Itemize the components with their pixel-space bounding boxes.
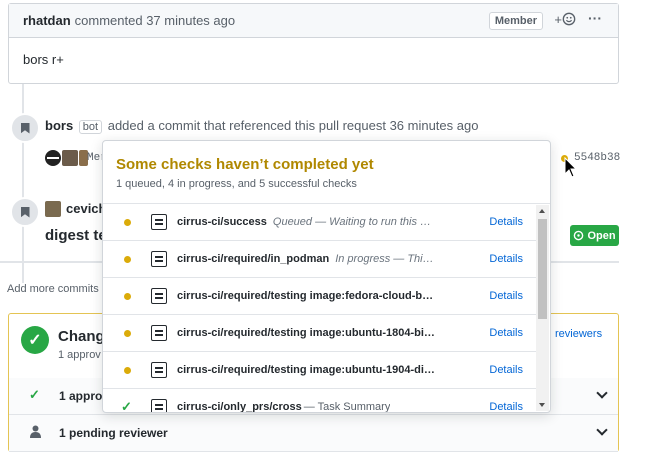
check-name-text: cirrus-ci/required/testing image:ubuntu-…	[177, 327, 435, 339]
check-row: cirrus-ci/required/in_podman In progress …	[103, 241, 537, 278]
comment-box: rhatdan commented 37 minutes ago Member …	[8, 3, 619, 84]
add-reaction-icon[interactable]: +	[554, 12, 576, 27]
open-status-label: Open	[587, 229, 616, 242]
check-icon: ✓	[29, 387, 40, 402]
scroll-thumb[interactable]	[538, 219, 547, 319]
details-link[interactable]: Details	[489, 253, 523, 265]
checks-summary: 1 queued, 4 in progress, and 5 successfu…	[116, 178, 357, 190]
person-icon	[30, 425, 41, 438]
cirrus-app-icon	[151, 251, 167, 267]
add-more-commits-text: Add more commits b	[7, 283, 108, 295]
bors-author[interactable]: bors	[45, 118, 73, 133]
check-name-text: cirrus-ci/only_prs/cross	[177, 401, 302, 413]
pending-dot-icon	[124, 218, 131, 226]
avatar[interactable]	[62, 149, 78, 166]
bot-label: bot	[78, 120, 103, 134]
check-row: cirrus-ci/success Queued — Waiting to run…	[103, 204, 537, 241]
comment-body: bors r+	[23, 52, 64, 67]
scroll-up-arrow[interactable]	[539, 209, 545, 213]
details-link[interactable]: Details	[489, 290, 523, 302]
checks-list: cirrus-ci/success Queued — Waiting to run…	[103, 204, 537, 413]
cirrus-app-icon	[151, 399, 167, 412]
check-name: cirrus-ci/required/in_podman In progress …	[177, 253, 434, 265]
pending-reviewer-row[interactable]: 1 pending reviewer	[9, 415, 618, 452]
pending-dot-icon	[124, 329, 131, 337]
chevron-down-icon[interactable]	[596, 424, 608, 436]
bors-event-time[interactable]: 36 minutes ago	[390, 118, 479, 133]
check-description: Queued — Waiting to run this …	[272, 216, 432, 228]
details-link[interactable]: Details	[489, 327, 523, 339]
bors-event-line: bors bot added a commit that referenced …	[45, 118, 479, 134]
cevich-author[interactable]: cevich	[66, 201, 106, 216]
digest-title[interactable]: digest te	[45, 227, 107, 244]
merge-subtitle: 1 approv	[58, 349, 101, 361]
pending-dot-icon	[124, 255, 131, 263]
timeline-line	[22, 83, 24, 261]
avatar[interactable]	[45, 149, 61, 166]
more-options-icon[interactable]: ···	[588, 10, 602, 26]
details-link[interactable]: Details	[489, 364, 523, 376]
pending-reviewer-label: 1 pending reviewer	[59, 426, 168, 440]
check-row: cirrus-ci/required/testing image:ubuntu-…	[103, 315, 537, 352]
commit-event-icon	[10, 113, 40, 143]
check-name-text: cirrus-ci/required/testing image:ubuntu-…	[177, 364, 435, 376]
commit-event-icon-2	[10, 197, 40, 227]
check-row: cirrus-ci/required/testing image:ubuntu-…	[103, 352, 537, 389]
open-status-icon	[574, 230, 584, 241]
approved-check-icon: ✓	[21, 326, 49, 354]
checks-scrollbar[interactable]	[536, 205, 549, 411]
checks-popover-header: Some checks haven’t completed yet 1 queu…	[103, 141, 550, 204]
details-link[interactable]: Details	[489, 216, 523, 228]
bors-event-text: added a commit that referenced this pull…	[107, 118, 386, 133]
check-name: cirrus-ci/required/testing image:ubuntu-…	[177, 364, 435, 376]
reviewers-link[interactable]: reviewers	[555, 328, 602, 340]
check-description: — Task Summary	[303, 401, 391, 413]
chevron-down-icon[interactable]	[596, 387, 608, 399]
comment-author[interactable]: rhatdan	[23, 13, 71, 28]
avatar[interactable]	[45, 201, 61, 217]
checks-title: Some checks haven’t completed yet	[116, 156, 374, 173]
cirrus-app-icon	[151, 325, 167, 341]
check-name-text: cirrus-ci/required/testing image:fedora-…	[177, 290, 434, 302]
comment-action: commented 37 minutes ago	[74, 13, 236, 28]
check-name: cirrus-ci/success Queued — Waiting to run…	[177, 216, 431, 228]
cirrus-app-icon	[151, 214, 167, 230]
check-row: cirrus-ci/required/testing image:fedora-…	[103, 278, 537, 315]
mouse-cursor-icon	[564, 157, 578, 178]
check-row: ✓ cirrus-ci/only_prs/cross — Task Summary D…	[103, 389, 537, 413]
check-name-text: cirrus-ci/required/in_podman	[177, 253, 330, 265]
add-reaction-plus: +	[554, 12, 562, 27]
timeline-line-lower	[22, 263, 24, 283]
pending-dot-icon	[124, 292, 131, 300]
check-description: In progress — Thi…	[335, 253, 434, 265]
check-name: cirrus-ci/required/testing image:ubuntu-…	[177, 327, 435, 339]
success-check-icon: ✓	[121, 399, 132, 413]
open-status-badge: Open	[570, 225, 619, 246]
scroll-down-arrow[interactable]	[539, 403, 545, 407]
commit-sha[interactable]: 5548b38	[574, 152, 620, 164]
merge-title: Chang	[58, 328, 105, 345]
details-link[interactable]: Details	[489, 401, 523, 412]
check-name-text: cirrus-ci/success	[177, 216, 267, 228]
checks-popover: Some checks haven’t completed yet 1 queu…	[102, 140, 551, 413]
commit-avatars	[45, 149, 88, 166]
check-name: cirrus-ci/required/testing image:fedora-…	[177, 290, 433, 302]
member-badge: Member	[488, 12, 543, 30]
cirrus-app-icon	[151, 288, 167, 304]
pending-dot-icon	[124, 366, 131, 374]
cirrus-app-icon	[151, 362, 167, 378]
check-name: cirrus-ci/only_prs/cross — Task Summary	[177, 401, 391, 413]
